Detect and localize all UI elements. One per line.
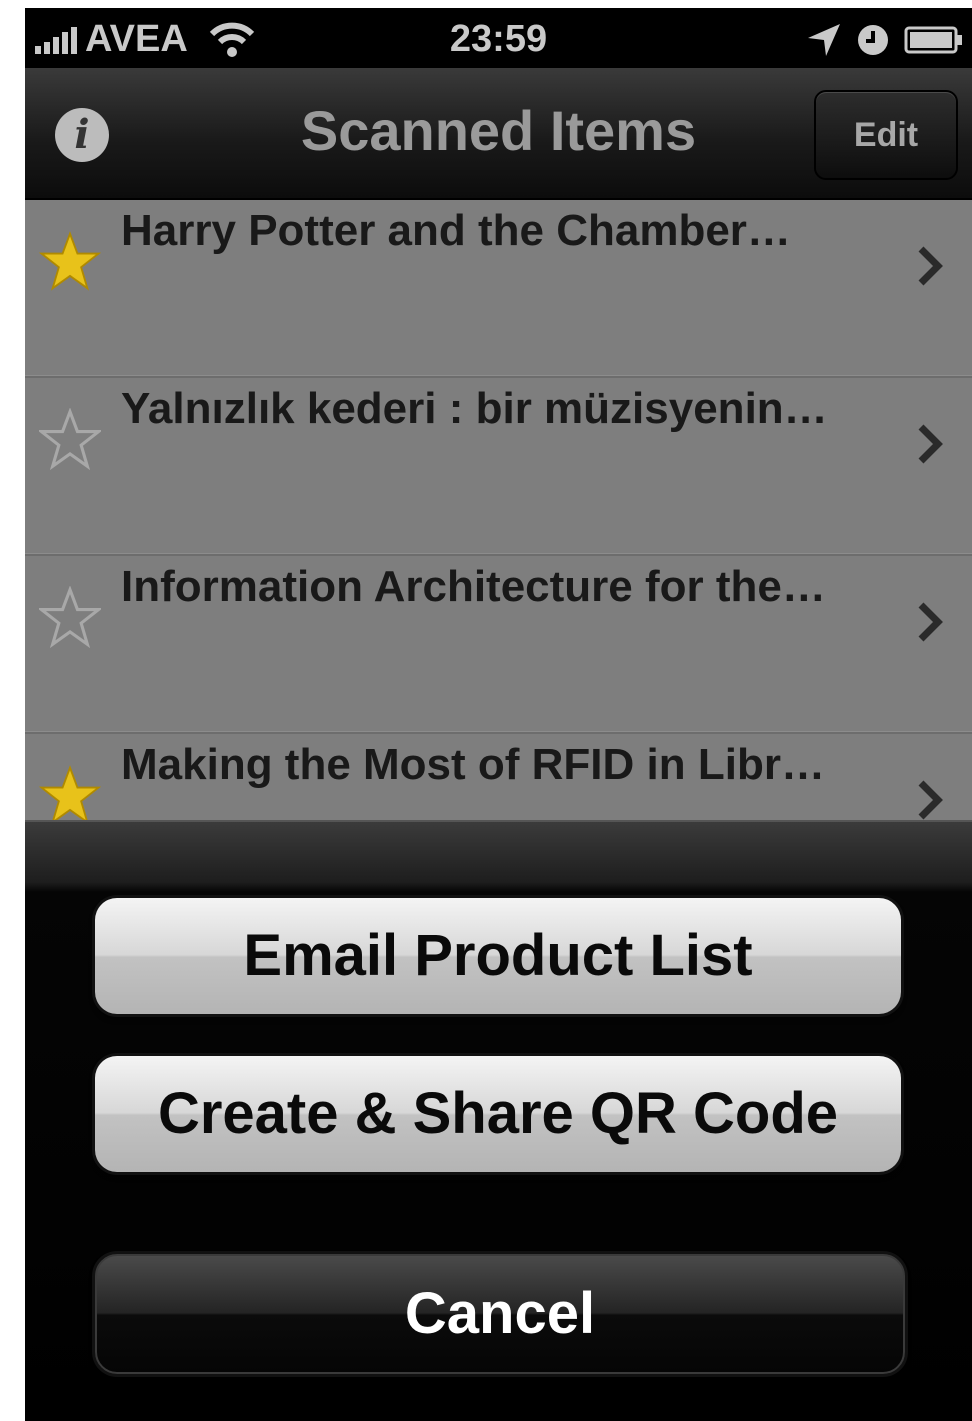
action-sheet: Email Product List Create & Share QR Cod… <box>25 820 972 1421</box>
chevron-right-icon <box>918 424 943 464</box>
email-product-list-button[interactable]: Email Product List <box>95 898 901 1014</box>
chevron-right-icon <box>918 246 943 286</box>
item-title: Harry Potter and the Chamber… <box>121 206 791 255</box>
list-item[interactable]: Harry Potter and the Chamber… <box>25 200 972 378</box>
cancel-button[interactable]: Cancel <box>95 1254 905 1374</box>
star-outline-icon[interactable] <box>39 586 101 648</box>
location-arrow-icon <box>808 24 840 56</box>
battery-icon <box>904 26 962 54</box>
phone-screen: AVEA 23:59 i Scanned Items Edit Harry Po… <box>25 8 972 1421</box>
star-filled-icon[interactable] <box>39 764 101 820</box>
list-item[interactable]: Information Architecture for the… <box>25 556 972 734</box>
scanned-items-list: Harry Potter and the Chamber… Yalnızlık … <box>25 200 972 820</box>
item-title: Information Architecture for the… <box>121 562 826 611</box>
status-bar: AVEA 23:59 <box>25 8 972 68</box>
chevron-right-icon <box>918 602 943 642</box>
chevron-right-icon <box>918 780 943 820</box>
edit-button[interactable]: Edit <box>814 90 958 180</box>
item-title: Yalnızlık kederi : bir müzisyenin… <box>121 384 828 433</box>
star-filled-icon[interactable] <box>39 230 101 292</box>
item-title: Making the Most of RFID in Libr… <box>121 740 825 789</box>
status-right <box>806 22 964 58</box>
create-share-qr-code-button[interactable]: Create & Share QR Code <box>95 1056 901 1172</box>
alarm-clock-icon <box>858 25 888 55</box>
list-item[interactable]: Yalnızlık kederi : bir müzisyenin… <box>25 378 972 556</box>
star-outline-icon[interactable] <box>39 408 101 470</box>
navigation-bar: i Scanned Items Edit <box>25 68 972 200</box>
list-item[interactable]: Making the Most of RFID in Libr… <box>25 734 972 820</box>
